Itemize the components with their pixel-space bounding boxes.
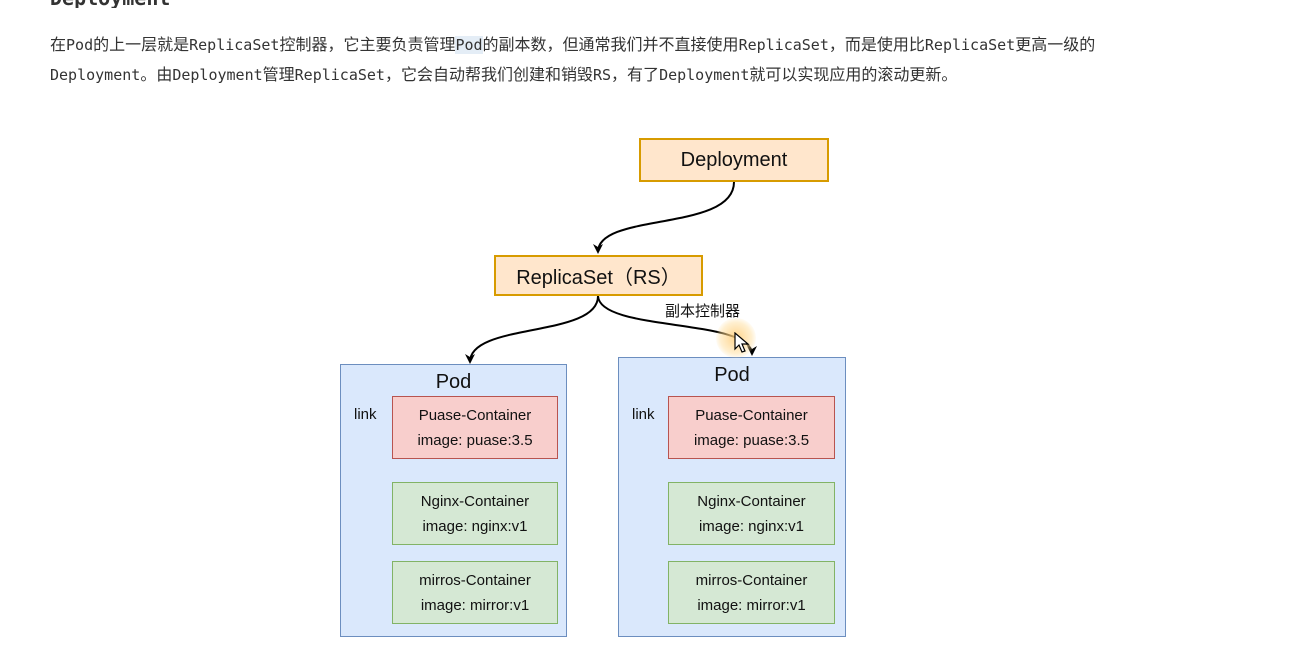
container-image: image: puase:3.5 (417, 431, 533, 449)
nginx-container-node: Nginx-Container image: nginx:v1 (392, 482, 558, 545)
container-name: mirros-Container (419, 571, 531, 589)
container-name: mirros-Container (695, 571, 808, 589)
pod-title: Pod (435, 371, 472, 393)
container-image: image: mirror:v1 (420, 596, 530, 614)
container-image: image: puase:3.5 (693, 431, 810, 449)
deployment-node: Deployment (639, 138, 829, 182)
deployment-label: Deployment (680, 148, 788, 171)
container-image: image: mirror:v1 (697, 596, 806, 614)
container-image: image: nginx:v1 (698, 517, 805, 535)
link-label: link (632, 406, 655, 423)
link-label: link (354, 406, 377, 423)
edge-replicaset-to-pod-1 (465, 295, 599, 364)
replicaset-node: ReplicaSet（RS） (494, 255, 703, 296)
nginx-container-node: Nginx-Container image: nginx:v1 (668, 482, 835, 545)
replicaset-label: ReplicaSet（RS） (516, 267, 681, 289)
container-image: image: nginx:v1 (422, 517, 528, 535)
pod-title: Pod (714, 364, 750, 386)
container-name: Puase-Container (418, 406, 532, 424)
container-name: Puase-Container (695, 406, 808, 424)
mouse-cursor-icon (734, 332, 750, 353)
edge-label-replica-controller: 副本控制器 (665, 303, 741, 320)
pause-container-node: Puase-Container image: puase:3.5 (392, 396, 558, 459)
pause-container-node: Puase-Container image: puase:3.5 (668, 396, 835, 459)
mirror-container-node: mirros-Container image: mirror:v1 (392, 561, 558, 624)
mirror-container-node: mirros-Container image: mirror:v1 (668, 561, 835, 624)
edge-deployment-to-replicaset (593, 181, 735, 254)
container-name: Nginx-Container (420, 492, 530, 510)
container-name: Nginx-Container (697, 492, 806, 510)
